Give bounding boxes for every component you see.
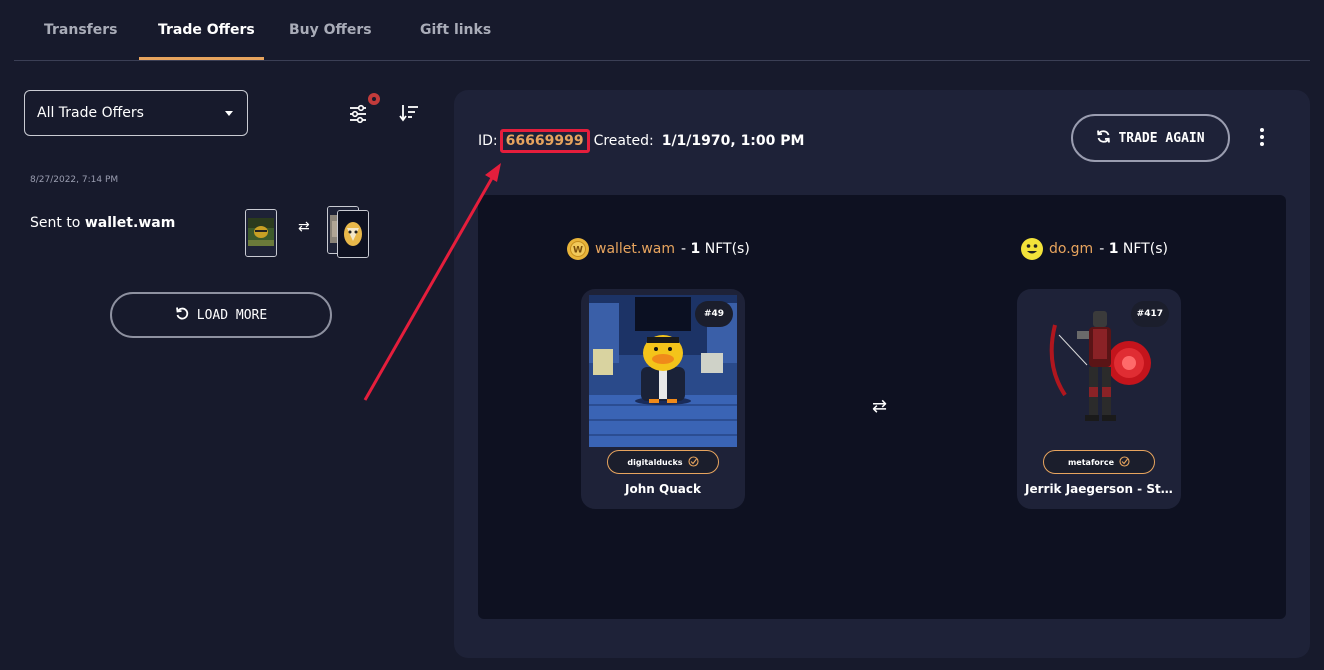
offer-recipient: wallet.wam	[84, 215, 176, 231]
offer-direction-label: Sent to	[30, 215, 85, 231]
tab-transfers[interactable]: Transfers	[44, 22, 118, 38]
filter-active-badge	[368, 93, 380, 105]
received-nft-thumbnail	[337, 210, 369, 258]
more-vertical-icon[interactable]	[1252, 126, 1272, 150]
id-label: ID:	[478, 133, 498, 149]
trade-id: 66669999	[499, 129, 590, 153]
active-tab-indicator	[139, 57, 264, 60]
chevron-down-icon	[225, 111, 233, 116]
offer-date: 8/27/2022, 7:14 PM	[30, 175, 119, 185]
sender-header: W wallet.wam - 1 NFT(s)	[567, 238, 750, 260]
tab-buy-offers[interactable]: Buy Offers	[289, 22, 372, 38]
mint-number-badge: #49	[695, 301, 733, 327]
swap-icon: ⇄	[872, 396, 888, 417]
sender-name[interactable]: wallet.wam	[595, 241, 675, 257]
swap-icon: ⇄	[298, 219, 310, 235]
sender-nft-count: - 1 NFT(s)	[681, 241, 750, 257]
offer-list-item[interactable]: Sent to wallet.wam ⇄	[30, 204, 390, 264]
created-date: 1/1/1970, 1:00 PM	[661, 133, 805, 149]
sort-icon[interactable]	[398, 103, 420, 123]
sent-nft-thumbnail	[245, 209, 277, 257]
svg-text:W: W	[573, 246, 583, 256]
created-label: Created:	[593, 133, 654, 149]
nft-card[interactable]: #417 metaforce Jerrik Jaegerson - Sti...	[1017, 289, 1181, 509]
trade-meta: ID: 66669999 Created: 1/1/1970, 1:00 PM	[478, 129, 804, 153]
offer-filter-select[interactable]: All Trade Offers	[24, 90, 248, 136]
mint-number-badge: #417	[1130, 301, 1169, 327]
collection-badge[interactable]: metaforce	[1043, 450, 1155, 474]
nft-name: John Quack	[625, 482, 701, 496]
trade-again-button[interactable]: TRADE AGAIN	[1071, 114, 1230, 162]
collection-name: metaforce	[1067, 457, 1115, 467]
recipient-header: do.gm - 1 NFT(s)	[1021, 238, 1168, 260]
smiley-avatar	[1021, 238, 1043, 260]
tab-gift-links[interactable]: Gift links	[420, 22, 491, 38]
tab-trade-offers[interactable]: Trade Offers	[158, 22, 255, 38]
offer-filter-value: All Trade Offers	[37, 105, 144, 121]
recipient-name[interactable]: do.gm	[1049, 241, 1093, 257]
collection-badge[interactable]: digitalducks	[607, 450, 719, 474]
offer-summary: Sent to wallet.wam	[30, 215, 175, 231]
trade-again-label: TRADE AGAIN	[1118, 130, 1205, 146]
recipient-nft-count: - 1 NFT(s)	[1099, 241, 1168, 257]
collection-name: digitalducks	[627, 457, 683, 467]
load-more-label: LOAD MORE	[196, 307, 268, 323]
nft-name: Jerrik Jaegerson - Sti...	[1025, 482, 1179, 496]
filter-sliders-icon[interactable]	[348, 104, 370, 124]
wax-wallet-avatar: W	[567, 238, 589, 260]
reload-icon	[175, 306, 189, 324]
tab-bar: Transfers Trade Offers Buy Offers Gift l…	[14, 0, 1310, 61]
nft-card[interactable]: #49 digitalducks John Quack	[581, 289, 745, 509]
verified-check-icon	[688, 455, 699, 469]
load-more-button[interactable]: LOAD MORE	[110, 292, 332, 338]
verified-check-icon	[1119, 455, 1130, 469]
refresh-icon	[1096, 129, 1111, 148]
